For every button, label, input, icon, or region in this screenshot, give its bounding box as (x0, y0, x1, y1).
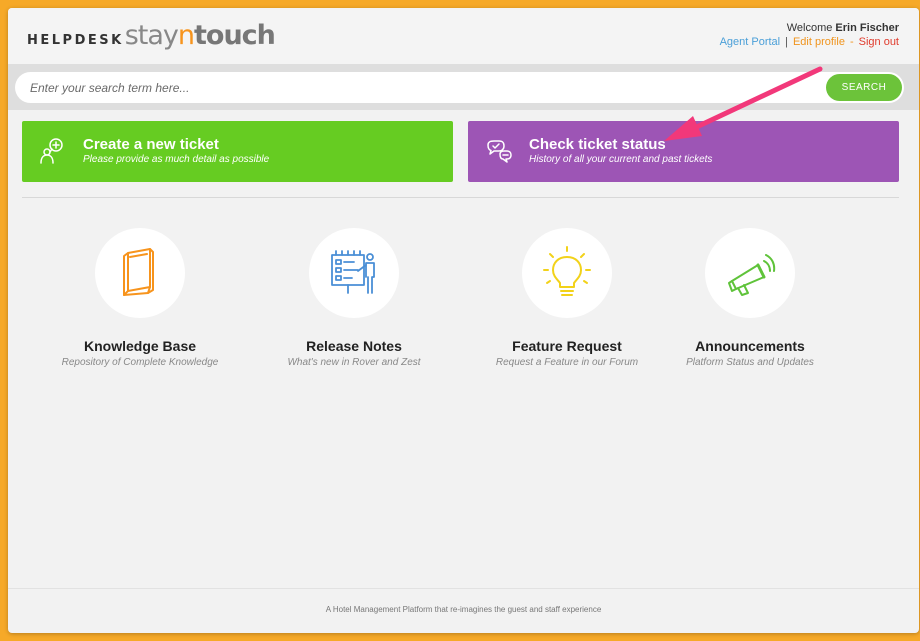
announcements-subtitle: Platform Status and Updates (686, 357, 814, 368)
logo-helpdesk-text: HELPDESK (27, 33, 124, 48)
create-ticket-subtitle: Please provide as much detail as possibl… (83, 154, 270, 165)
presentation-board-icon (331, 250, 375, 294)
user-name: Erin Fischer (835, 22, 899, 34)
ticket-status-icon (487, 140, 512, 163)
release-notes-card[interactable]: Release Notes What's new in Rover and Ze… (254, 228, 454, 368)
book-icon (123, 248, 154, 296)
link-separator-dash: - (849, 36, 854, 48)
knowledge-base-title: Knowledge Base (83, 338, 197, 354)
announcements-card[interactable]: Announcements Platform Status and Update… (650, 228, 850, 368)
feature-request-circle (522, 228, 612, 318)
announcements-circle (705, 228, 795, 318)
feature-request-subtitle: Request a Feature in our Forum (495, 357, 639, 368)
user-links: Agent Portal | Edit profile - Sign out (720, 36, 899, 48)
edit-profile-link[interactable]: Edit profile (793, 36, 845, 48)
create-ticket-title: Create a new ticket (83, 136, 219, 153)
announcements-title: Announcements (695, 338, 805, 354)
check-status-subtitle: History of all your current and past tic… (529, 154, 713, 165)
megaphone-icon (728, 254, 776, 296)
footer-divider (8, 588, 919, 589)
knowledge-base-card[interactable]: Knowledge Base Repository of Complete Kn… (40, 228, 240, 368)
link-separator: | (785, 36, 788, 48)
create-ticket-button[interactable]: Create a new ticket Please provide as mu… (22, 121, 453, 182)
feature-request-title: Feature Request (512, 338, 622, 354)
logo-touch-text: touch (194, 20, 276, 51)
knowledge-base-circle (95, 228, 185, 318)
search-input[interactable] (15, 72, 904, 103)
header: HELPDESK stay n touch Welcome Erin Fischer… (8, 8, 919, 64)
sign-out-link[interactable]: Sign out (859, 36, 899, 48)
feature-request-card[interactable]: Feature Request Request a Feature in our… (467, 228, 667, 368)
release-notes-subtitle: What's new in Rover and Zest (287, 357, 421, 368)
user-area: Welcome Erin Fischer Agent Portal | Edit p… (720, 22, 899, 48)
helpdesk-window: HELPDESK stay n touch Welcome Erin Fischer… (8, 8, 919, 633)
agent-portal-link[interactable]: Agent Portal (720, 36, 781, 48)
search-bar: SEARCH (8, 64, 919, 110)
welcome-prefix: Welcome (786, 22, 833, 34)
new-ticket-icon (40, 138, 63, 164)
helpdesk-logo[interactable]: HELPDESK stay n touch (27, 20, 276, 51)
logo-stay-text: stay (124, 20, 179, 51)
section-divider (22, 197, 899, 198)
welcome-text: Welcome Erin Fischer (720, 22, 899, 34)
check-status-title: Check ticket status (529, 136, 666, 153)
lightbulb-icon (543, 246, 591, 296)
logo-n-text: n (177, 20, 195, 51)
release-notes-circle (309, 228, 399, 318)
search-button[interactable]: SEARCH (826, 74, 902, 101)
footer-text: A Hotel Management Platform that re-imag… (325, 605, 602, 614)
release-notes-title: Release Notes (306, 338, 402, 354)
knowledge-base-subtitle: Repository of Complete Knowledge (61, 357, 219, 368)
check-ticket-status-button[interactable]: Check ticket status History of all your … (468, 121, 899, 182)
